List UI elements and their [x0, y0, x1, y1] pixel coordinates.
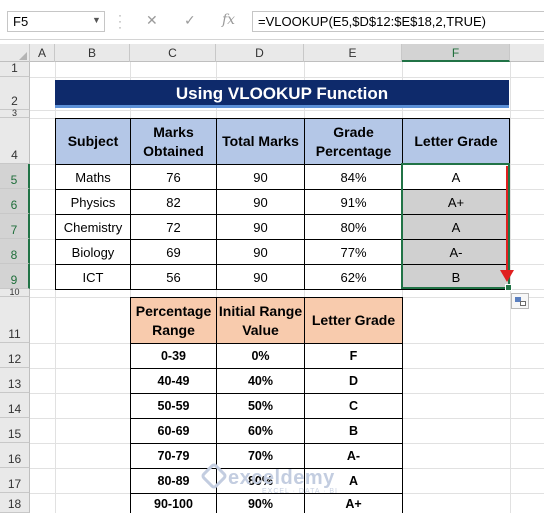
cell-grade[interactable]: B	[304, 418, 403, 444]
row-header-18[interactable]: 18	[0, 493, 30, 513]
column-header-row: A B C D E F	[0, 44, 544, 62]
formula-buttons: ✕ ✓ fx	[134, 11, 250, 32]
insert-function-icon[interactable]: fx	[222, 12, 235, 28]
row-header-5[interactable]: 5	[0, 164, 30, 189]
cell-initial-value[interactable]: 90%	[216, 493, 305, 513]
cell-subject[interactable]: ICT	[55, 264, 131, 290]
sheet-title: Using VLOOKUP Function	[55, 80, 509, 108]
fill-drag-arrow	[506, 166, 508, 273]
row-header-10[interactable]: 10	[0, 288, 30, 297]
row-header-3[interactable]: 3	[0, 109, 30, 118]
row-header-11[interactable]: 11	[0, 297, 30, 343]
cell-marks[interactable]: 69	[130, 239, 217, 265]
cell-percentage[interactable]: 84%	[304, 164, 403, 190]
cell-range[interactable]: 50-59	[130, 393, 217, 419]
row-header-12[interactable]: 12	[0, 343, 30, 368]
header-letter-grade[interactable]: Letter Grade	[304, 297, 403, 344]
column-header-e[interactable]: E	[304, 44, 402, 62]
watermark: exceldemy	[228, 467, 335, 489]
header-subject[interactable]: Subject	[55, 118, 131, 165]
cell-total[interactable]: 90	[216, 239, 305, 265]
row-header-9[interactable]: 9	[0, 264, 30, 289]
cell-initial-value[interactable]: 0%	[216, 343, 305, 369]
row-header-15[interactable]: 15	[0, 418, 30, 443]
formula-text: =VLOOKUP(E5,$D$12:$E$18,2,TRUE)	[258, 14, 486, 29]
row-header-4[interactable]: 4	[0, 118, 30, 164]
cell-marks[interactable]: 76	[130, 164, 217, 190]
cell-marks[interactable]: 56	[130, 264, 217, 290]
column-header-c[interactable]: C	[130, 44, 216, 62]
selection-range	[401, 163, 510, 289]
row-header-13[interactable]: 13	[0, 368, 30, 393]
name-box[interactable]: F5 ▼	[7, 11, 105, 32]
cell-total[interactable]: 90	[216, 189, 305, 215]
cell-grade[interactable]: F	[304, 343, 403, 369]
gridline	[30, 110, 544, 111]
cell-range[interactable]: 70-79	[130, 443, 217, 469]
row-header-17[interactable]: 17	[0, 468, 30, 493]
cell-marks[interactable]: 72	[130, 214, 217, 240]
cell-grade[interactable]: A+	[304, 493, 403, 513]
select-all-triangle-icon	[19, 52, 27, 60]
row-header-7[interactable]: 7	[0, 214, 30, 239]
cell-total[interactable]: 90	[216, 264, 305, 290]
autofill-glyph	[520, 301, 526, 306]
header-total-marks[interactable]: Total Marks	[216, 118, 305, 165]
formula-bar: F5 ▼ · · · ✕ ✓ fx =VLOOKUP(E5,$D$12:$E$18,…	[0, 0, 544, 40]
watermark-tagline: EXCEL · DATA · BI	[262, 488, 338, 495]
fill-handle[interactable]	[505, 284, 512, 291]
column-header-a[interactable]: A	[30, 44, 55, 62]
select-all-button[interactable]	[0, 44, 30, 62]
cell-percentage[interactable]: 80%	[304, 214, 403, 240]
cell-initial-value[interactable]: 70%	[216, 443, 305, 469]
cell-marks[interactable]: 82	[130, 189, 217, 215]
header-initial-range-value[interactable]: Initial Range Value	[216, 297, 305, 344]
cell-initial-value[interactable]: 50%	[216, 393, 305, 419]
name-box-value: F5	[13, 14, 29, 29]
cell-initial-value[interactable]: 40%	[216, 368, 305, 394]
cancel-icon[interactable]: ✕	[146, 12, 158, 29]
cell-range[interactable]: 60-69	[130, 418, 217, 444]
chevron-down-icon[interactable]: ▼	[92, 15, 101, 25]
cell-subject[interactable]: Chemistry	[55, 214, 131, 240]
column-header-f[interactable]: F	[402, 44, 510, 62]
row-header-2[interactable]: 2	[0, 77, 30, 110]
row-header-14[interactable]: 14	[0, 393, 30, 418]
cell-subject[interactable]: Biology	[55, 239, 131, 265]
header-marks-obtained[interactable]: Marks Obtained	[130, 118, 217, 165]
cell-range[interactable]: 90-100	[130, 493, 217, 513]
row-header-8[interactable]: 8	[0, 239, 30, 264]
cell-subject[interactable]: Physics	[55, 189, 131, 215]
header-letter-grade[interactable]: Letter Grade	[402, 118, 510, 165]
autofill-options-icon[interactable]	[511, 293, 529, 309]
row-header-1[interactable]: 1	[0, 61, 30, 77]
arrow-down-icon	[500, 270, 514, 282]
enter-icon[interactable]: ✓	[184, 12, 196, 29]
cell-grade[interactable]: A-	[304, 443, 403, 469]
cell-total[interactable]: 90	[216, 214, 305, 240]
cell-range[interactable]: 40-49	[130, 368, 217, 394]
cell-grade[interactable]: D	[304, 368, 403, 394]
gridline	[30, 77, 544, 78]
column-header-b[interactable]: B	[55, 44, 130, 62]
cell-percentage[interactable]: 62%	[304, 264, 403, 290]
cell-percentage[interactable]: 77%	[304, 239, 403, 265]
column-header-d[interactable]: D	[216, 44, 304, 62]
cell-initial-value[interactable]: 60%	[216, 418, 305, 444]
header-percentage-range[interactable]: Percentage Range	[130, 297, 217, 344]
row-header-16[interactable]: 16	[0, 443, 30, 468]
row-header-6[interactable]: 6	[0, 189, 30, 214]
cell-total[interactable]: 90	[216, 164, 305, 190]
cell-grade[interactable]: C	[304, 393, 403, 419]
cell-percentage[interactable]: 91%	[304, 189, 403, 215]
cell-range[interactable]: 0-39	[130, 343, 217, 369]
header-grade-percentage[interactable]: Grade Percentage	[304, 118, 403, 165]
formula-input[interactable]: =VLOOKUP(E5,$D$12:$E$18,2,TRUE)	[252, 11, 544, 32]
resize-handle-icon[interactable]: · · ·	[118, 9, 122, 33]
cell-subject[interactable]: Maths	[55, 164, 131, 190]
